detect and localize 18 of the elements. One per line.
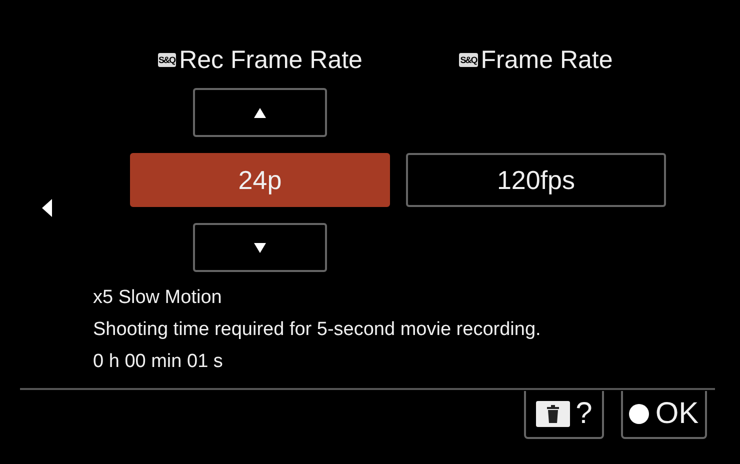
up-button[interactable] — [193, 88, 327, 137]
info-text: Shooting time required for 5-second movie recording. — [93, 318, 542, 342]
slow-quick-badge: S&Q — [158, 53, 176, 67]
column-title: Frame Rate — [480, 46, 613, 74]
down-arrow-icon — [254, 242, 266, 252]
slow-quick-badge: S&Q — [459, 53, 478, 67]
ok-button[interactable]: OK — [621, 391, 707, 439]
left-arrow-icon[interactable] — [42, 199, 52, 217]
value-field[interactable]: 120fps — [406, 153, 666, 207]
trash-icon — [536, 401, 570, 427]
down-button[interactable] — [193, 223, 327, 272]
info-text: x5 Slow Motion — [93, 286, 223, 310]
info-text: 0 h 00 min 01 s — [93, 350, 224, 374]
delete-help-button[interactable]: ? — [524, 391, 604, 439]
column-title: Rec Frame Rate — [179, 46, 362, 74]
circle-icon — [629, 404, 650, 424]
value-field[interactable]: 24p — [130, 153, 390, 207]
up-arrow-icon — [254, 108, 266, 118]
